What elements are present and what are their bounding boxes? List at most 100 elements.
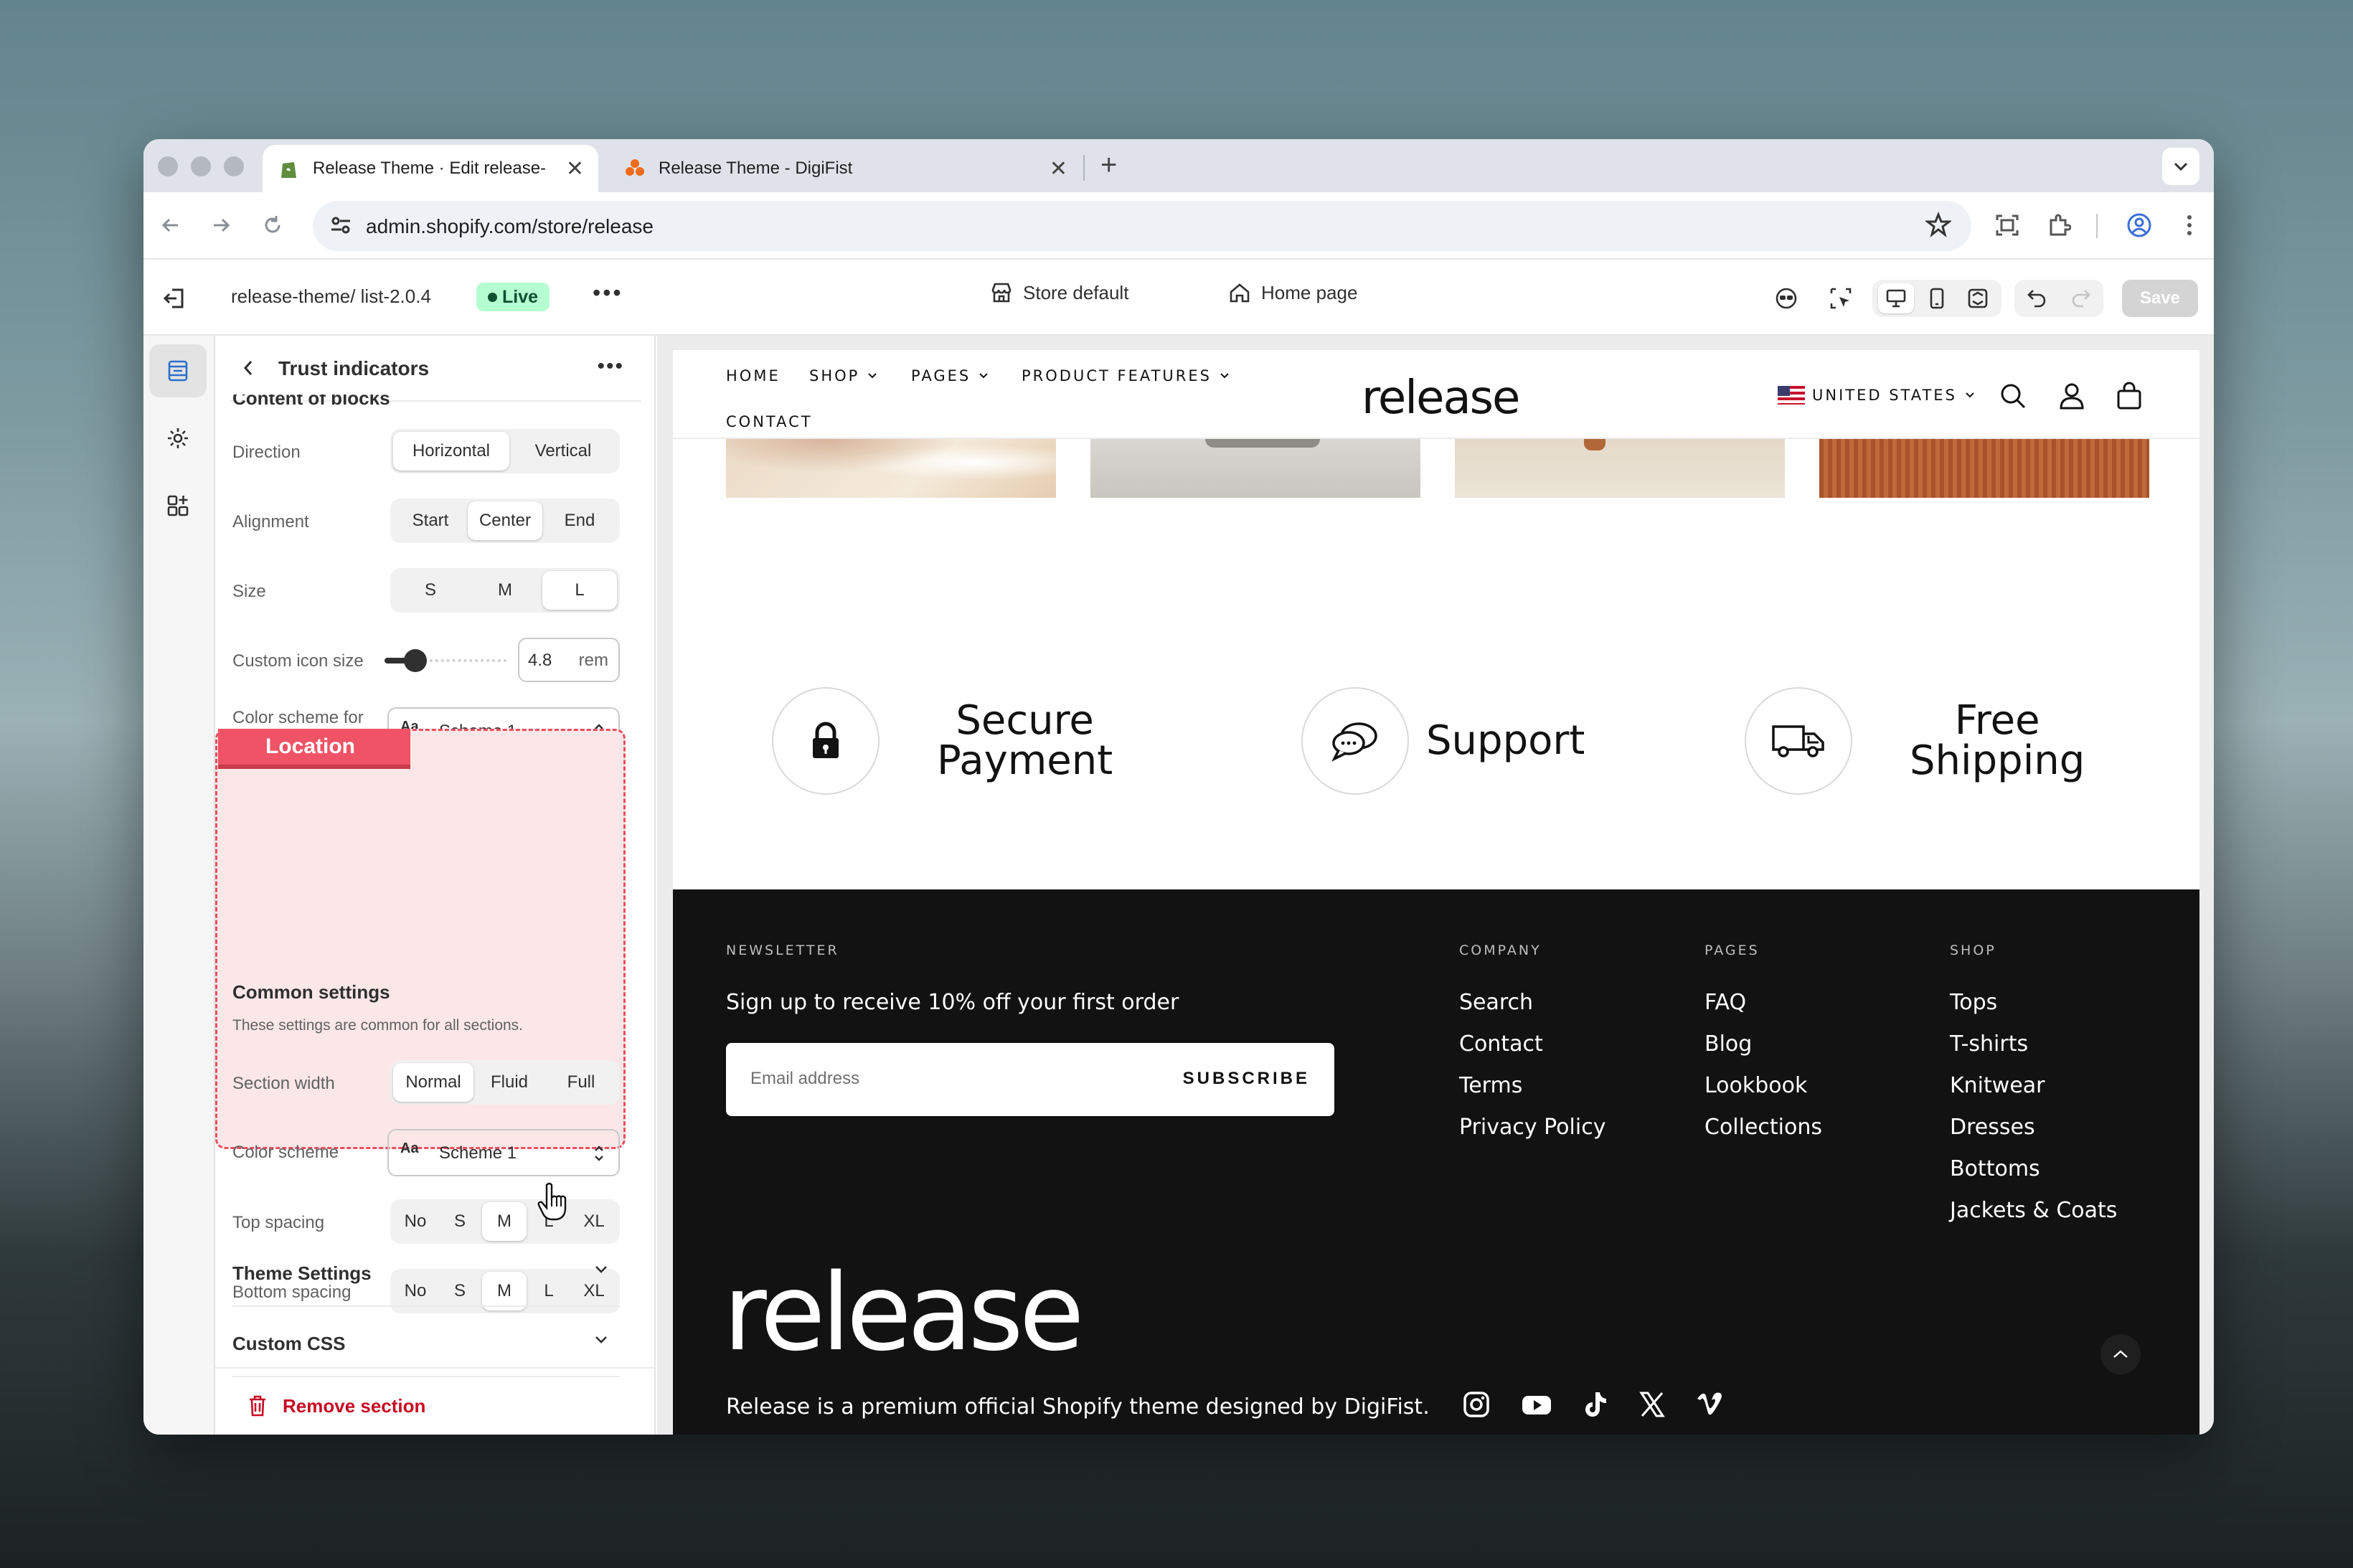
product-image-4[interactable] [1819,439,2149,498]
screenshot-button[interactable] [1993,211,2022,240]
ai-assistant-button[interactable] [1768,280,1805,317]
minimize-window-button[interactable] [191,156,211,176]
back-button[interactable] [156,211,185,240]
theme-name[interactable]: release-theme/ list-2.0.4 [231,285,431,308]
size-l[interactable]: L [542,571,617,610]
product-image-2[interactable] [1090,439,1420,498]
product-image-1[interactable] [726,439,1056,498]
vimeo-icon[interactable] [1696,1390,1725,1419]
footer-link[interactable]: Lookbook [1704,1073,1822,1115]
nav-pages[interactable]: PAGES [911,367,989,384]
footer-link[interactable]: Blog [1704,1031,1822,1073]
extensions-button[interactable] [2045,211,2073,240]
chevron-left-icon[interactable] [240,357,257,379]
top-spacing-no[interactable]: No [393,1202,438,1241]
footer-link[interactable]: Tops [1950,990,2117,1031]
section-actions-button[interactable]: ••• [597,354,624,379]
back-to-top-button[interactable] [2100,1334,2141,1374]
fullscreen-view-button[interactable] [1960,283,1996,313]
product-image-3[interactable] [1455,439,1785,498]
inspector-button[interactable] [1822,280,1859,317]
browser-menu-button[interactable] [2175,211,2204,240]
slider-handle[interactable] [404,649,427,672]
company-links: Search Contact Terms Privacy Policy [1459,990,1605,1156]
top-spacing-xl[interactable]: XL [571,1202,617,1241]
reload-button[interactable] [258,211,287,240]
subscribe-button[interactable]: SUBSCRIBE [1183,1069,1310,1089]
country-selector[interactable]: UNITED STATES [1778,386,1976,405]
footer-link[interactable]: Jackets & Coats [1950,1198,2117,1239]
theme-actions-button[interactable]: ••• [593,280,623,306]
forward-button[interactable] [207,211,235,240]
new-tab-button[interactable]: + [1100,149,1117,181]
close-tab-icon[interactable]: ✕ [1050,156,1067,181]
mobile-view-button[interactable] [1919,283,1955,313]
address-bar[interactable]: admin.shopify.com/store/release [313,201,1971,251]
x-icon[interactable] [1638,1390,1666,1419]
common-settings-description: These settings are common for all sectio… [232,1017,524,1034]
top-spacing-s[interactable]: S [438,1202,482,1241]
search-icon[interactable] [1999,382,2027,410]
exit-editor-button[interactable] [162,285,188,315]
profile-button[interactable] [2125,211,2154,240]
footer-link[interactable]: T-shirts [1950,1031,2117,1073]
close-window-button[interactable] [158,156,178,176]
store-logo[interactable]: release [1362,372,1520,425]
direction-horizontal[interactable]: Horizontal [393,432,509,471]
email-input[interactable]: Email address [750,1069,859,1089]
bookmark-star-icon[interactable] [1925,212,1951,237]
nav-contact[interactable]: CONTACT [726,413,813,430]
company-heading: COMPANY [1459,943,1542,958]
save-button[interactable]: Save [2122,280,2198,317]
color-scheme-select[interactable]: Aa Scheme 1 [387,1129,620,1176]
tab-shopify-editor[interactable]: Release Theme · Edit release- ✕ [263,145,598,192]
size-s[interactable]: S [393,571,468,610]
footer-link[interactable]: Bottoms [1950,1156,2117,1198]
slider-track [418,659,506,662]
tab-search-button[interactable] [2162,148,2199,185]
page-selector[interactable]: Home page [1228,281,1357,304]
section-width-full[interactable]: Full [545,1063,617,1102]
sections-tab[interactable] [149,344,207,397]
section-width-fluid[interactable]: Fluid [473,1063,545,1102]
theme-settings-tab[interactable] [149,412,207,465]
footer-link[interactable]: Collections [1704,1115,1822,1156]
nav-product-features[interactable]: PRODUCT FEATURES [1022,367,1230,384]
footer-link[interactable]: Privacy Policy [1459,1115,1605,1156]
footer-link[interactable]: Search [1459,990,1605,1031]
direction-vertical[interactable]: Vertical [509,432,617,471]
icon-size-slider[interactable] [385,649,506,672]
alignment-start[interactable]: Start [393,501,468,540]
nav-shop[interactable]: SHOP [809,367,878,384]
desktop-view-button[interactable] [1877,283,1914,313]
account-icon[interactable] [2057,382,2086,410]
section-width-normal[interactable]: Normal [393,1063,473,1102]
alignment-center[interactable]: Center [468,501,542,540]
undo-button[interactable] [2026,286,2047,311]
footer-link[interactable]: Terms [1459,1073,1605,1115]
instagram-icon[interactable] [1462,1390,1491,1419]
footer-link[interactable]: Knitwear [1950,1073,2117,1115]
apps-tab[interactable] [149,479,207,532]
close-tab-icon[interactable]: ✕ [566,156,584,181]
top-spacing-m[interactable]: M [482,1202,527,1241]
icon-size-input[interactable]: 4.8 rem [518,638,620,682]
footer-link[interactable]: Contact [1459,1031,1605,1073]
trust-item-free-shipping: Free Shipping [1745,687,2085,795]
nav-home[interactable]: HOME [726,367,781,384]
tiktok-icon[interactable] [1583,1390,1608,1419]
redo-button[interactable] [2070,286,2092,311]
youtube-icon[interactable] [1521,1390,1552,1419]
site-settings-icon[interactable] [329,213,353,237]
tab-digifist[interactable]: Release Theme - DigiFist ✕ [608,145,1082,192]
theme-settings-accordion[interactable]: Theme Settings [232,1238,620,1307]
footer-link[interactable]: Dresses [1950,1115,2117,1156]
store-selector[interactable]: Store default [990,281,1128,304]
size-m[interactable]: M [468,571,542,610]
alignment-end[interactable]: End [542,501,617,540]
tab-bar: Release Theme · Edit release- ✕ Release … [143,139,2214,192]
maximize-window-button[interactable] [224,156,244,176]
remove-section-button[interactable]: Remove section [247,1394,425,1417]
cart-icon[interactable] [2115,382,2144,410]
footer-link[interactable]: FAQ [1704,990,1822,1031]
